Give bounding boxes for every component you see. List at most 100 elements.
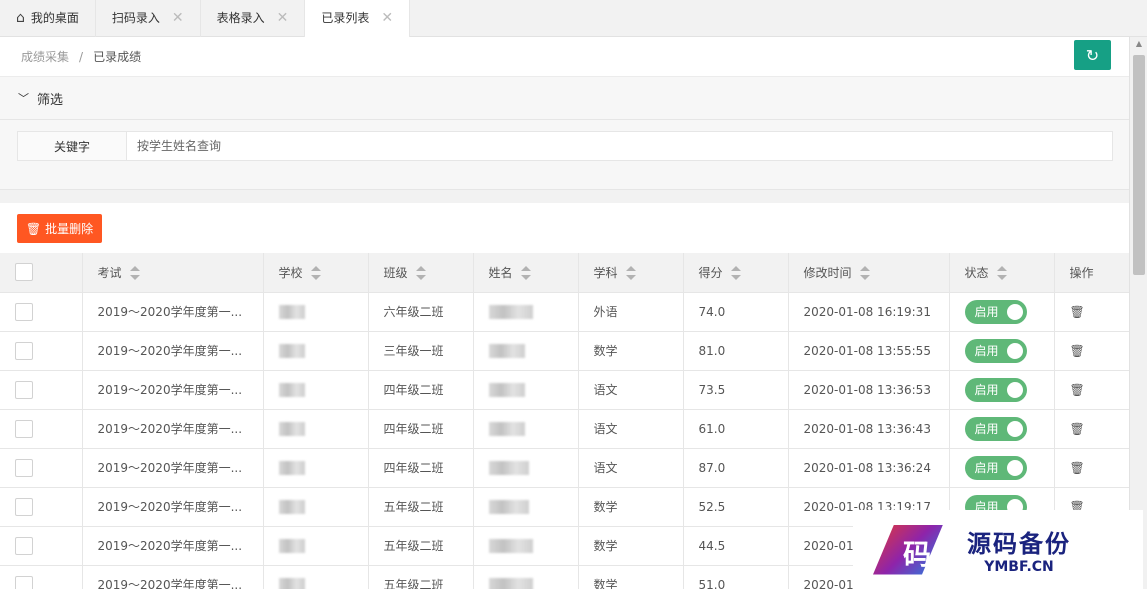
time-cell: 2020-01-08 13:36:43 <box>788 409 950 449</box>
trash-icon[interactable]: 🗑 <box>1070 461 1085 475</box>
name-cell <box>473 370 579 410</box>
vertical-scrollbar[interactable]: ▲ ▼ <box>1129 37 1147 589</box>
redacted-school <box>278 499 305 514</box>
batch-delete-label: 批量删除 <box>45 222 94 236</box>
keyword-label: 关键字 <box>18 132 127 160</box>
tab-label: 我的桌面 <box>30 11 79 25</box>
row-select-cell <box>0 565 83 589</box>
column-header[interactable]: 修改时间 <box>788 253 950 293</box>
name-cell <box>473 487 579 527</box>
school-cell <box>263 331 369 371</box>
name-cell <box>473 526 579 566</box>
status-toggle[interactable]: 启用 <box>964 455 1027 480</box>
class-cell: 四年级二班 <box>368 448 474 488</box>
column-header[interactable]: 考试 <box>82 253 264 293</box>
table-row: 2019～2020学年度第一... 四年级二班 语文 87.0 2020-01-08 1… <box>0 448 1129 488</box>
school-cell <box>263 487 369 527</box>
table-header-row: 考试 学校 班级 姓名 学科 得分 修改时间 状态 操作 <box>0 253 1129 293</box>
row-checkbox[interactable] <box>15 536 33 555</box>
status-toggle[interactable]: 启用 <box>964 338 1027 363</box>
status-cell: 启用 <box>949 331 1055 371</box>
class-cell: 三年级一班 <box>368 331 474 371</box>
table-row: 2019～2020学年度第一... 四年级二班 语文 73.5 2020-01-08 1… <box>0 370 1129 410</box>
row-checkbox[interactable] <box>15 419 33 438</box>
tab-table-entry[interactable]: 表格录入 ✕ <box>201 0 306 37</box>
select-all-checkbox[interactable] <box>15 263 33 282</box>
time-cell: 2020-01-08 16:19:31 <box>788 292 950 332</box>
column-header[interactable]: 姓名 <box>473 253 579 293</box>
class-cell: 五年级二班 <box>368 487 474 527</box>
redacted-school <box>278 460 305 475</box>
scrollbar-thumb[interactable] <box>1133 55 1145 275</box>
breadcrumb: 成绩采集 / 已录成绩 ↻ <box>0 37 1129 77</box>
column-header[interactable]: 得分 <box>683 253 789 293</box>
time-cell: 2020-01-08 13:55:55 <box>788 331 950 371</box>
sort-icon[interactable] <box>996 266 1007 281</box>
column-header[interactable]: 学校 <box>263 253 369 293</box>
trash-icon[interactable]: 🗑 <box>1070 305 1085 319</box>
class-cell: 四年级二班 <box>368 370 474 410</box>
column-header[interactable]: 学科 <box>578 253 684 293</box>
exam-cell: 2019～2020学年度第一... <box>82 487 264 527</box>
score-cell: 44.5 <box>683 526 789 566</box>
trash-icon[interactable]: 🗑 <box>1070 422 1085 436</box>
subject-cell: 数学 <box>578 331 684 371</box>
class-cell: 四年级二班 <box>368 409 474 449</box>
exam-cell: 2019～2020学年度第一... <box>82 409 264 449</box>
exam-cell: 2019～2020学年度第一... <box>82 526 264 566</box>
score-cell: 87.0 <box>683 448 789 488</box>
column-header[interactable]: 状态 <box>949 253 1055 293</box>
trash-icon[interactable]: 🗑 <box>1070 383 1085 397</box>
redacted-name <box>488 538 533 553</box>
row-checkbox[interactable] <box>15 458 33 477</box>
tab-entered-list[interactable]: 已录列表 ✕ <box>305 0 411 38</box>
sort-icon[interactable] <box>129 266 140 281</box>
batch-delete-button[interactable]: 🗑 批量删除 <box>17 214 102 243</box>
sort-icon[interactable] <box>310 266 321 281</box>
tab-scan-entry[interactable]: 扫码录入 ✕ <box>96 0 201 37</box>
watermark-title: 源码备份 <box>967 529 1071 558</box>
sort-icon[interactable] <box>415 266 426 281</box>
row-checkbox[interactable] <box>15 497 33 516</box>
scroll-up-icon[interactable]: ▲ <box>1130 39 1147 53</box>
row-checkbox[interactable] <box>15 341 33 360</box>
sort-icon[interactable] <box>625 266 636 281</box>
row-checkbox[interactable] <box>15 575 33 589</box>
name-cell <box>473 448 579 488</box>
row-select-cell <box>0 409 83 449</box>
breadcrumb-separator: / <box>79 49 84 64</box>
row-checkbox[interactable] <box>15 380 33 399</box>
status-toggle[interactable]: 启用 <box>964 416 1027 441</box>
exam-cell: 2019～2020学年度第一... <box>82 331 264 371</box>
redacted-name <box>488 421 525 436</box>
trash-icon[interactable]: 🗑 <box>1070 344 1085 358</box>
column-header[interactable]: 班级 <box>368 253 474 293</box>
school-cell <box>263 526 369 566</box>
redacted-name <box>488 304 533 319</box>
sort-icon[interactable] <box>730 266 741 281</box>
row-checkbox[interactable] <box>15 302 33 321</box>
exam-cell: 2019～2020学年度第一... <box>82 565 264 589</box>
redacted-name <box>488 577 533 589</box>
select-all-cell <box>0 253 83 293</box>
sort-icon[interactable] <box>520 266 531 281</box>
score-cell: 61.0 <box>683 409 789 449</box>
keyword-input[interactable] <box>127 132 1112 160</box>
close-icon[interactable]: ✕ <box>381 0 393 37</box>
breadcrumb-parent[interactable]: 成绩采集 <box>21 48 69 65</box>
score-cell: 52.5 <box>683 487 789 527</box>
status-toggle[interactable]: 启用 <box>964 299 1027 324</box>
filter-toggle[interactable]: ﹀ 筛选 <box>0 77 1129 120</box>
row-select-cell <box>0 370 83 410</box>
table-row: 2019～2020学年度第一... 四年级二班 语文 61.0 2020-01-08 1… <box>0 409 1129 449</box>
status-toggle[interactable]: 启用 <box>964 377 1027 402</box>
close-icon[interactable]: ✕ <box>172 0 184 37</box>
refresh-button[interactable]: ↻ <box>1074 40 1111 70</box>
school-cell <box>263 565 369 589</box>
close-icon[interactable]: ✕ <box>277 0 289 37</box>
name-cell <box>473 331 579 371</box>
tab-bar: ⌂ 我的桌面 扫码录入 ✕ 表格录入 ✕ 已录列表 ✕ <box>0 0 1147 38</box>
sort-icon[interactable] <box>859 266 870 281</box>
tab-desktop[interactable]: ⌂ 我的桌面 <box>0 0 96 37</box>
table-row: 2019～2020学年度第一... 六年级二班 外语 74.0 2020-01-08 1… <box>0 292 1129 332</box>
